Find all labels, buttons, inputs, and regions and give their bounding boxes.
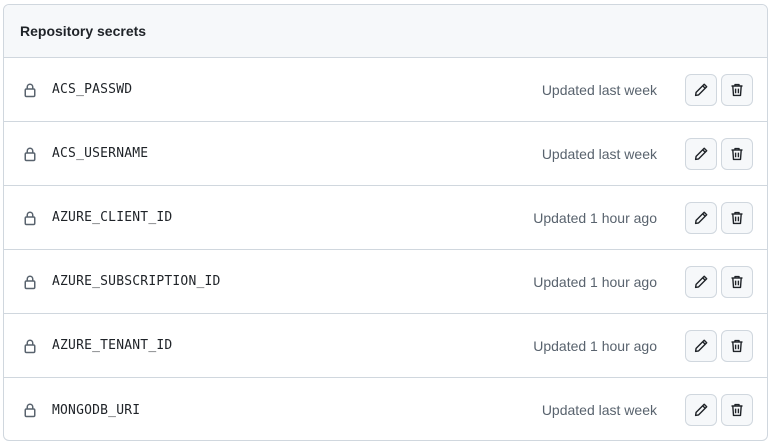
pencil-icon	[693, 210, 709, 226]
repository-secrets-panel: Repository secrets ACS_PASSWD Updated la…	[3, 4, 768, 441]
pencil-icon	[693, 402, 709, 418]
pencil-icon	[693, 82, 709, 98]
lock-icon	[22, 338, 38, 354]
delete-secret-button[interactable]	[721, 394, 753, 426]
pencil-icon	[693, 146, 709, 162]
trash-icon	[729, 82, 745, 98]
trash-icon	[729, 146, 745, 162]
delete-secret-button[interactable]	[721, 137, 753, 170]
secret-name: MONGODB_URI	[52, 402, 141, 418]
trash-icon	[729, 338, 745, 354]
delete-secret-button[interactable]	[721, 329, 753, 362]
delete-secret-button[interactable]	[721, 201, 753, 234]
panel-title: Repository secrets	[4, 5, 767, 58]
edit-secret-button[interactable]	[685, 201, 717, 234]
lock-icon	[22, 146, 38, 162]
edit-secret-button[interactable]	[685, 329, 717, 362]
secret-name: AZURE_CLIENT_ID	[52, 210, 173, 225]
secret-updated-time: Updated last week	[541, 81, 657, 98]
pencil-icon	[693, 274, 709, 290]
secret-row: MONGODB_URI Updated last week	[4, 378, 767, 440]
secret-updated-time: Updated 1 hour ago	[533, 273, 657, 290]
delete-secret-button[interactable]	[721, 265, 753, 298]
secret-name: AZURE_TENANT_ID	[52, 338, 173, 353]
secret-row: AZURE_CLIENT_ID Updated 1 hour ago	[4, 186, 767, 250]
secret-row: ACS_USERNAME Updated last week	[4, 122, 767, 186]
lock-icon	[22, 274, 38, 290]
edit-secret-button[interactable]	[685, 73, 717, 106]
delete-secret-button[interactable]	[721, 73, 753, 106]
secret-row: AZURE_SUBSCRIPTION_ID Updated 1 hour ago	[4, 250, 767, 314]
edit-secret-button[interactable]	[685, 265, 717, 298]
lock-icon	[22, 82, 38, 98]
secret-row: ACS_PASSWD Updated last week	[4, 58, 767, 122]
lock-icon	[22, 210, 38, 226]
edit-secret-button[interactable]	[685, 137, 717, 170]
edit-secret-button[interactable]	[685, 394, 717, 426]
trash-icon	[729, 402, 745, 418]
trash-icon	[729, 210, 745, 226]
secret-name: ACS_PASSWD	[52, 82, 133, 97]
secret-row: AZURE_TENANT_ID Updated 1 hour ago	[4, 314, 767, 378]
pencil-icon	[693, 338, 709, 354]
secret-updated-time: Updated 1 hour ago	[533, 209, 657, 226]
secret-name: ACS_USERNAME	[52, 146, 149, 161]
lock-icon	[22, 402, 38, 418]
secret-updated-time: Updated last week	[541, 402, 657, 418]
secret-updated-time: Updated last week	[541, 145, 657, 162]
trash-icon	[729, 274, 745, 290]
secret-updated-time: Updated 1 hour ago	[533, 337, 657, 354]
secret-name: AZURE_SUBSCRIPTION_ID	[52, 274, 221, 289]
